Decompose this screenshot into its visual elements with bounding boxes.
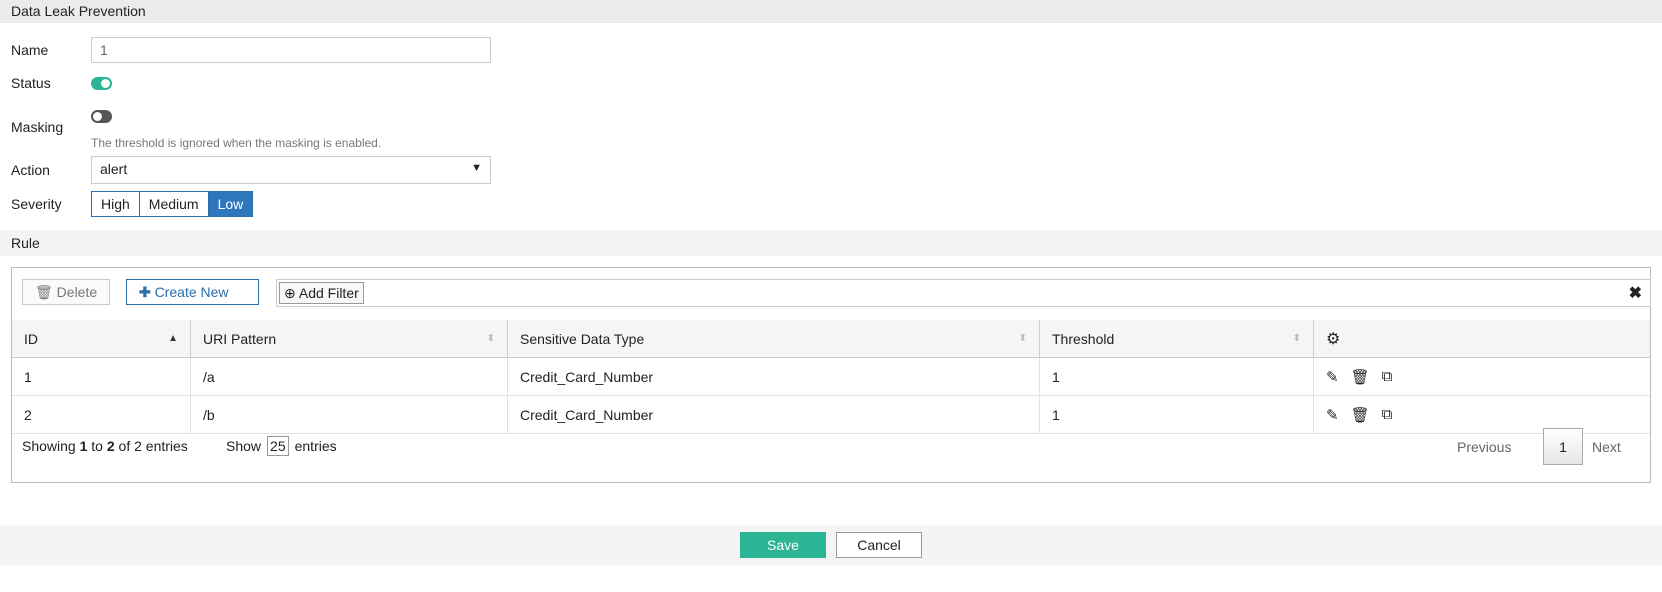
chevron-down-icon: ▼	[471, 162, 482, 174]
next-button[interactable]: Next	[1592, 439, 1621, 455]
status-label: Status	[11, 75, 51, 91]
severity-label: Severity	[11, 196, 62, 212]
severity-medium[interactable]: Medium	[139, 192, 209, 216]
severity-selector: High Medium Low	[91, 191, 254, 217]
column-settings[interactable]: ⚙	[1314, 320, 1650, 358]
filter-bar[interactable]: ⊕ Add Filter ✖	[276, 279, 1651, 307]
page-title: Data Leak Prevention	[11, 3, 146, 19]
clone-icon[interactable]: ⧉	[1382, 406, 1393, 423]
gear-icon[interactable]: ⚙	[1326, 329, 1340, 349]
name-input[interactable]: 1	[91, 37, 491, 63]
name-label: Name	[11, 42, 49, 58]
plus-icon: ✚	[139, 284, 151, 300]
add-filter-button[interactable]: ⊕ Add Filter	[279, 282, 364, 304]
delete-icon[interactable]: 🗑	[1351, 406, 1370, 424]
cell-uri: /a	[191, 358, 508, 396]
column-label: Sensitive Data Type	[520, 330, 645, 347]
add-filter-label: Add Filter	[298, 285, 359, 301]
column-header-uri[interactable]: URI Pattern ⬍	[191, 320, 508, 358]
masking-toggle[interactable]	[91, 110, 112, 123]
rule-table-panel: 🗑 Delete ✚ Create New ⊕ Add Filter ✖ ID ▲…	[11, 267, 1651, 483]
column-header-type[interactable]: Sensitive Data Type ⬍	[508, 320, 1040, 358]
page-size-control: Show 25 entries	[226, 436, 337, 456]
edit-icon[interactable]: ✎	[1326, 406, 1339, 424]
edit-icon[interactable]: ✎	[1326, 368, 1339, 386]
cell-uri: /b	[191, 396, 508, 434]
create-new-button[interactable]: ✚ Create New	[126, 279, 259, 305]
cell-threshold: 1	[1040, 396, 1314, 434]
trash-icon: 🗑	[35, 284, 53, 300]
sort-asc-icon: ▲	[168, 333, 178, 344]
masking-label: Masking	[11, 119, 64, 135]
cell-type: Credit_Card_Number	[508, 358, 1040, 396]
action-value: alert	[100, 161, 128, 177]
clear-filter-icon[interactable]: ✖	[1629, 283, 1642, 303]
severity-low[interactable]: Low	[208, 192, 253, 216]
rule-label: Rule	[11, 235, 40, 251]
status-toggle[interactable]	[91, 77, 112, 90]
create-new-label: Create New	[154, 284, 229, 300]
cell-actions: ✎ 🗑 ⧉	[1314, 358, 1650, 396]
cell-threshold: 1	[1040, 358, 1314, 396]
show-label: Show	[226, 438, 262, 454]
clone-icon[interactable]: ⧉	[1382, 368, 1393, 385]
sort-icon: ⬍	[1292, 333, 1301, 344]
form-footer: Save Cancel	[0, 525, 1662, 565]
delete-label: Delete	[56, 284, 98, 300]
cell-id: 1	[12, 358, 191, 396]
entries-info: Showing 1 to 2 of 2 entries	[22, 438, 188, 454]
delete-button[interactable]: 🗑 Delete	[22, 279, 111, 305]
previous-button[interactable]: Previous	[1457, 439, 1511, 455]
action-label: Action	[11, 162, 50, 178]
action-select[interactable]: alert ▼	[91, 156, 491, 184]
delete-icon[interactable]: 🗑	[1351, 368, 1370, 386]
entries-label: entries	[294, 438, 337, 454]
sort-icon: ⬍	[486, 333, 495, 344]
masking-hint: The threshold is ignored when the maskin…	[91, 136, 382, 150]
title-bar: Data Leak Prevention	[0, 0, 1662, 23]
rule-section-header: Rule	[0, 230, 1662, 256]
page-1-button[interactable]: 1	[1543, 428, 1583, 465]
column-label: URI Pattern	[203, 330, 277, 347]
cell-id: 2	[12, 396, 191, 434]
page-size-input[interactable]: 25	[267, 436, 289, 456]
plus-circle-icon: ⊕	[284, 285, 296, 301]
save-button[interactable]: Save	[740, 532, 826, 558]
cancel-button[interactable]: Cancel	[836, 532, 922, 558]
cell-type: Credit_Card_Number	[508, 396, 1040, 434]
sort-icon: ⬍	[1018, 333, 1027, 344]
column-header-id[interactable]: ID ▲	[12, 320, 191, 358]
severity-high[interactable]: High	[92, 192, 140, 216]
cell-actions: ✎ 🗑 ⧉	[1314, 396, 1650, 434]
column-label: ID	[24, 330, 38, 347]
column-header-threshold[interactable]: Threshold ⬍	[1040, 320, 1314, 358]
column-label: Threshold	[1052, 330, 1115, 347]
